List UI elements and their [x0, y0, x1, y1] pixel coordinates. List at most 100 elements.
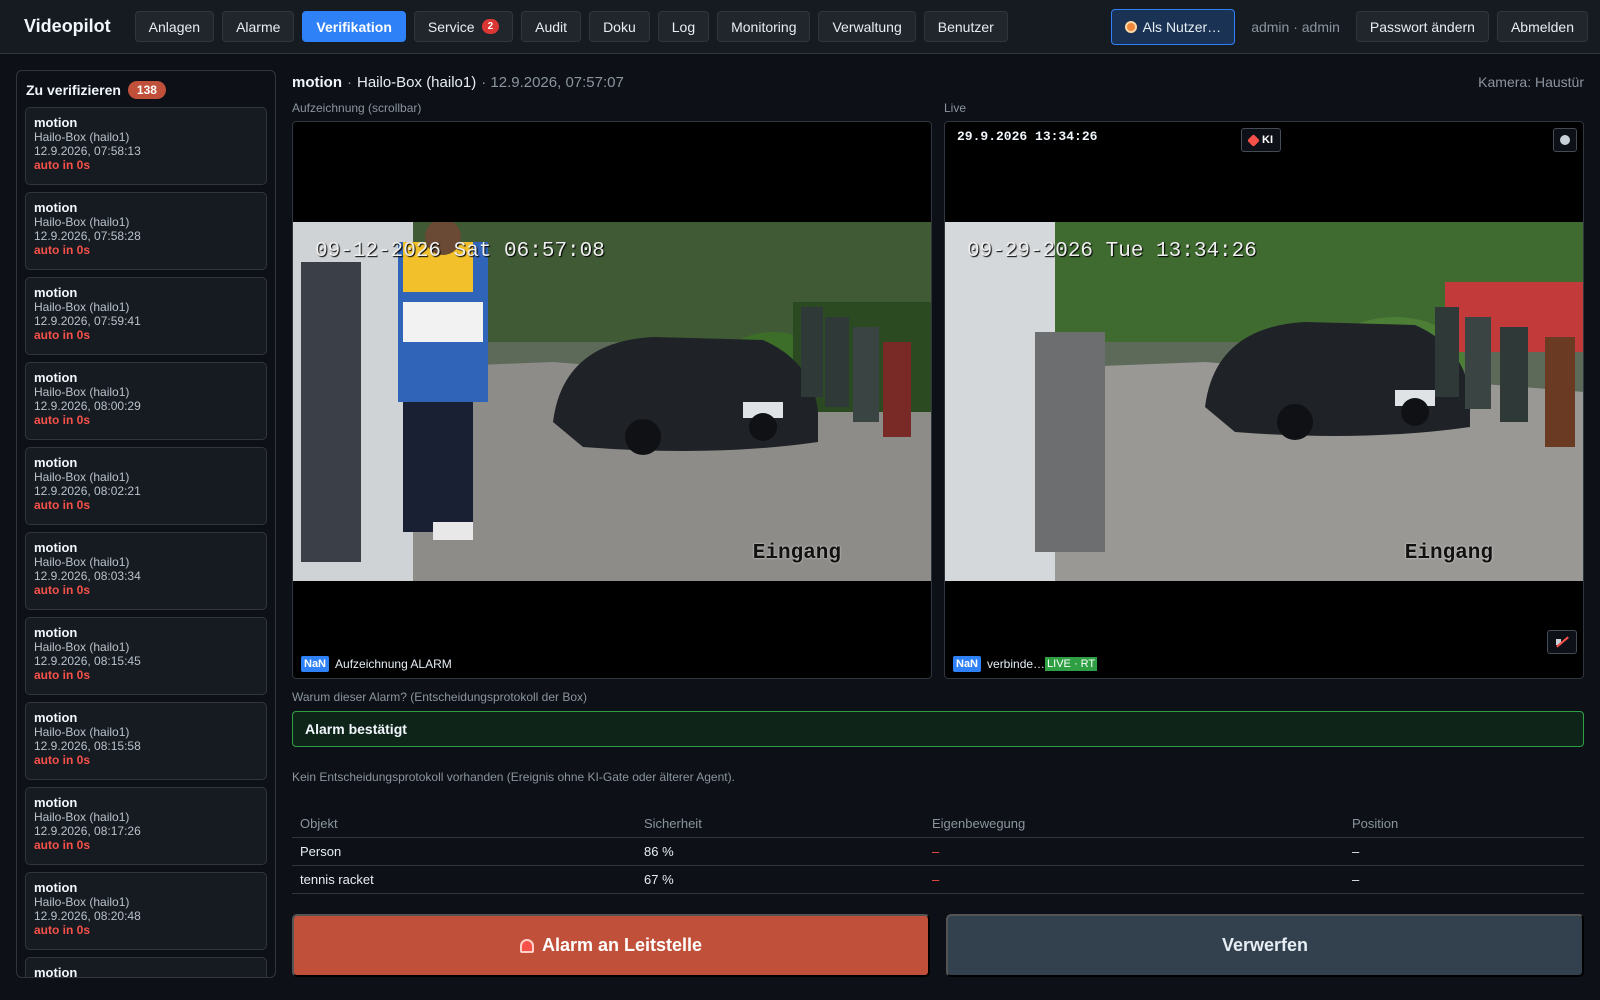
queue-item-auto: auto in 0s — [34, 838, 91, 852]
queue-item[interactable]: motion Hailo-Box (hailo1) 12.9.2026, 08:02… — [25, 447, 267, 525]
cell-confidence: 86 % — [636, 837, 924, 866]
recording-label: Aufzeichnung (scrollbar) — [292, 101, 422, 115]
event-source: Hailo-Box (hailo1) — [357, 73, 477, 91]
queue-item-time: 12.9.2026, 08:17:26 — [34, 824, 141, 838]
object-table: Objekt Sicherheit Eigenbewegung Position… — [292, 810, 1584, 894]
decision-note: Kein Entscheidungsprotokoll vorhanden (E… — [292, 770, 735, 784]
recording-status-text: Aufzeichnung ALARM — [335, 657, 452, 671]
queue-item-time: 12.9.2026, 08:20:48 — [34, 909, 141, 923]
col-objekt: Objekt — [292, 810, 636, 838]
queue-item-auto: auto in 0s — [34, 923, 91, 937]
recording-status: NaN Aufzeichnung ALARM — [301, 656, 452, 672]
queue-item-type: motion — [34, 540, 78, 555]
queue-item-time: 12.9.2026, 07:58:28 — [34, 229, 141, 243]
nav-alarme[interactable]: Alarme — [222, 11, 295, 42]
decision-question: Warum dieser Alarm? (Entscheidungsprotok… — [292, 690, 588, 704]
queue-item-source: Hailo-Box (hailo1) — [34, 470, 130, 484]
table-row: tennis racket 67 % – – — [292, 865, 1584, 894]
queue-item-type: motion — [34, 285, 78, 300]
queue-item[interactable]: motion Hailo-Box (hailo1) 12.9.2026, 07:58… — [25, 107, 267, 185]
logout-button[interactable]: Abmelden — [1496, 11, 1588, 42]
nav-log[interactable]: Log — [657, 11, 710, 42]
queue-item-auto: auto in 0s — [34, 753, 91, 767]
cell-motion: – — [924, 865, 1344, 894]
queue-item-source: Hailo-Box (hailo1) — [34, 555, 130, 569]
live-player[interactable]: 29.9.2026 13:34:26 KI 09-29-2026 Tue 13:… — [944, 121, 1584, 679]
live-frame: 09-29-2026 Tue 13:34:26 Eingang — [945, 222, 1583, 581]
queue-item-type: motion — [34, 795, 78, 810]
queue-item[interactable]: motion Hailo-Box (hailo1) 12.9.2026, 08:15… — [25, 702, 267, 780]
top-bar: Videopilot Anlagen Alarme Verifikation S… — [0, 0, 1600, 54]
recording-osd-location: Eingang — [752, 542, 841, 565]
alarm-to-control-center-button[interactable]: Alarm an Leitstelle — [292, 914, 930, 977]
queue-item-time: 12.9.2026, 08:03:34 — [34, 569, 141, 583]
nav-verwaltung[interactable]: Verwaltung — [818, 11, 916, 42]
cell-confidence: 67 % — [636, 865, 924, 894]
recording-player[interactable]: 09-12-2026 Sat 06:57:08 Eingang NaN Aufz… — [292, 121, 932, 679]
service-count-badge: 2 — [481, 19, 500, 34]
queue-item-auto: auto in 0s — [34, 498, 91, 512]
cell-object: Person — [292, 837, 636, 866]
queue-item-time: 12.9.2026, 07:59:41 — [34, 314, 141, 328]
object-table-header: Objekt Sicherheit Eigenbewegung Position — [292, 810, 1584, 838]
mute-button[interactable] — [1547, 630, 1577, 654]
queue-list: motion Hailo-Box (hailo1) 12.9.2026, 07:58… — [25, 107, 267, 977]
nav-anlagen[interactable]: Anlagen — [134, 11, 215, 42]
nav-verifikation[interactable]: Verifikation — [302, 11, 406, 42]
queue-item-auto: auto in 0s — [34, 158, 91, 172]
nav-doku[interactable]: Doku — [589, 11, 650, 42]
decision-result: Alarm bestätigt — [292, 711, 1584, 747]
discard-button[interactable]: Verwerfen — [946, 914, 1584, 977]
queue-item-time: 12.9.2026, 08:15:45 — [34, 654, 141, 668]
as-user-button[interactable]: Als Nutzer… — [1110, 8, 1236, 45]
mute-icon — [1556, 637, 1568, 647]
siren-icon — [519, 938, 534, 953]
queue-item-source: Hailo-Box (hailo1) — [34, 725, 130, 739]
user-area: Als Nutzer… admin · admin Passwort änder… — [1110, 8, 1588, 45]
live-rt-badge: LIVE · RT — [1045, 657, 1098, 671]
change-password-button[interactable]: Passwort ändern — [1355, 11, 1489, 42]
queue-item-source: Hailo-Box (hailo1) — [34, 810, 130, 824]
event-type: motion — [292, 73, 342, 91]
queue-header: Zu verifizieren 138 — [26, 81, 267, 99]
snapshot-button[interactable] — [1553, 128, 1577, 152]
queue-item-time: 12.9.2026, 08:00:29 — [34, 399, 141, 413]
queue-item[interactable]: motion Hailo-Box (hailo1) 12.9.2026, 08:15… — [25, 617, 267, 695]
snapshot-icon — [1560, 135, 1570, 145]
nav-benutzer[interactable]: Benutzer — [923, 11, 1008, 42]
eye-icon — [1124, 20, 1137, 33]
queue-item-type: motion — [34, 880, 78, 895]
current-user: admin · admin — [1251, 18, 1340, 35]
event-header: motion · Hailo-Box (hailo1) · 12.9.2026,… — [292, 72, 1584, 92]
queue-item-source: Hailo-Box (hailo1) — [34, 300, 130, 314]
as-user-label: Als Nutzer… — [1142, 18, 1222, 35]
nav-monitoring[interactable]: Monitoring — [717, 11, 811, 42]
queue-item-auto: auto in 0s — [34, 328, 91, 342]
col-eigenbewegung: Eigenbewegung — [924, 810, 1344, 838]
queue-item[interactable]: motion Hailo-Box (hailo1) 12.9.2026, 07:59… — [25, 277, 267, 355]
queue-item-time: 12.9.2026, 08:02:21 — [34, 484, 141, 498]
camera-label: Kamera: Haustür — [1478, 74, 1584, 90]
queue-item[interactable]: motion Hailo-Box (hailo1) 12.9.2026, 08:17… — [25, 787, 267, 865]
queue-item[interactable]: motion Hailo-Box (hailo1) 12.9.2026, 08:00… — [25, 362, 267, 440]
queue-item[interactable]: motion Hailo-Box (hailo1) 12.9.2026, 08:03… — [25, 532, 267, 610]
live-label: Live — [944, 101, 967, 115]
live-osd-date: 09-29-2026 Tue 13:34:26 — [967, 240, 1257, 263]
nav-service-label: Service — [427, 18, 475, 35]
live-nan-badge: NaN — [953, 656, 982, 672]
queue-item-auto: auto in 0s — [34, 243, 91, 257]
cell-object: tennis racket — [292, 865, 636, 894]
queue-item[interactable]: motion Hailo-Box (hailo1) 12.9.2026, 07:58… — [25, 192, 267, 270]
queue-item-auto: auto in 0s — [34, 668, 91, 682]
live-osd-location: Eingang — [1404, 542, 1493, 565]
nav-audit[interactable]: Audit — [521, 11, 582, 42]
ki-toggle-button[interactable]: KI — [1241, 128, 1281, 152]
recording-image — [293, 222, 931, 581]
col-sicherheit: Sicherheit — [636, 810, 924, 838]
nav-service[interactable]: Service 2 — [413, 11, 514, 42]
live-status: NaN verbinde… LIVE · RT — [953, 656, 1098, 672]
queue-item[interactable]: motion Hailo-Box (hailo1) 12.9.2026, 08:20… — [25, 872, 267, 950]
verification-queue: Zu verifizieren 138 motion Hailo-Box (hai… — [16, 70, 276, 978]
queue-item[interactable]: motion — [25, 957, 267, 977]
col-position: Position — [1344, 810, 1584, 838]
